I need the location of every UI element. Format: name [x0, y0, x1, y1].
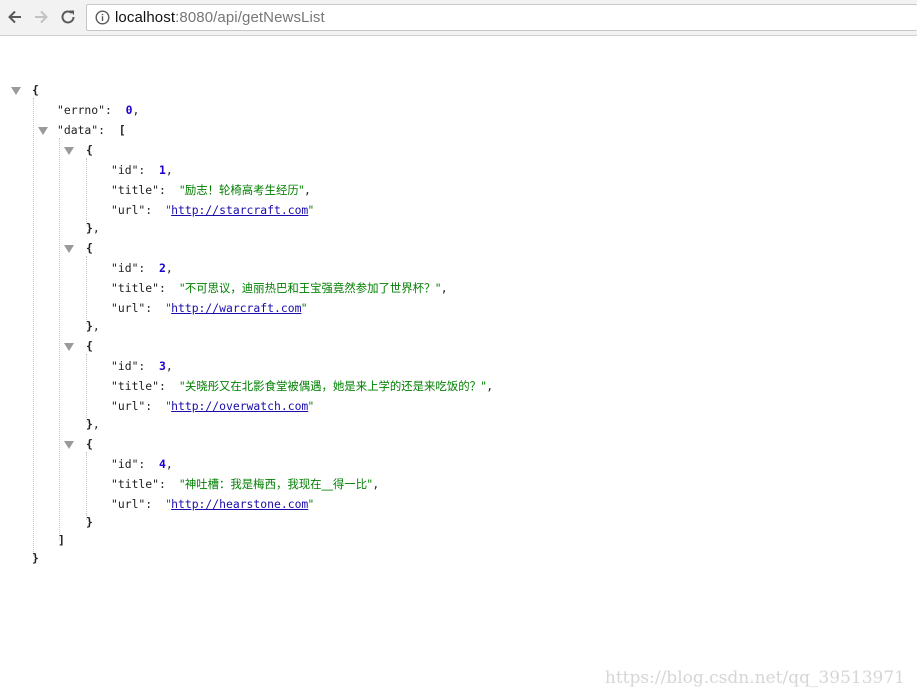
guide-line [86, 158, 87, 226]
json-string: 神吐槽：我是梅西，我现在__得一比 [184, 477, 368, 491]
json-entry-url: "url": "http://hearstone.com" [111, 497, 314, 511]
collapse-toggle-icon[interactable] [64, 343, 74, 351]
json-number: 3 [159, 359, 166, 373]
object-open-brace: { [86, 143, 93, 157]
json-string: 关晓彤又在北影食堂被偶遇，她是来上学的还是来吃饭的？ [184, 379, 481, 393]
json-entry-title: "title": "关晓彤又在北影食堂被偶遇，她是来上学的还是来吃饭的？", [111, 379, 494, 393]
root-close-brace: } [32, 551, 39, 565]
json-key: errno [63, 103, 99, 117]
json-entry-id: "id": 4, [111, 457, 173, 471]
json-entry-title: "title": "神吐槽：我是梅西，我现在__得一比", [111, 477, 380, 491]
object-close-brace: }, [86, 221, 100, 235]
json-url-link[interactable]: http://starcraft.com [171, 203, 308, 217]
guide-line [86, 452, 87, 520]
back-arrow-icon[interactable] [5, 7, 25, 27]
url-host: localhost [115, 9, 176, 26]
url-path: :8080/api/getNewsList [175, 9, 325, 26]
object-close-brace: }, [86, 319, 100, 333]
json-entry-data: "data": [ [57, 123, 126, 137]
collapse-toggle-icon[interactable] [64, 147, 74, 155]
collapse-toggle-icon[interactable] [38, 127, 48, 135]
json-url-link[interactable]: http://overwatch.com [171, 399, 308, 413]
json-number: 1 [159, 163, 166, 177]
json-entry-title: "title": "励志！轮椅高考生经历", [111, 183, 311, 197]
object-open-brace: { [86, 241, 93, 255]
watermark: https://blog.csdn.net/qq_39513971 [604, 668, 905, 688]
root-open-brace: { [32, 83, 39, 97]
json-entry-errno: "errno": 0, [57, 103, 140, 117]
json-viewer: { "errno": 0, "data": [ { "id": 1, "titl… [0, 36, 917, 696]
json-url-link[interactable]: http://hearstone.com [171, 497, 308, 511]
object-close-brace: }, [86, 417, 100, 431]
guide-line [86, 354, 87, 422]
json-string: 励志！轮椅高考生经历 [184, 183, 299, 197]
json-key: data [63, 123, 92, 137]
collapse-toggle-icon[interactable] [11, 87, 21, 95]
collapse-toggle-icon[interactable] [64, 245, 74, 253]
array-close-bracket: ] [58, 533, 65, 547]
forward-arrow-icon[interactable] [31, 7, 51, 27]
collapse-toggle-icon[interactable] [64, 441, 74, 449]
object-close-brace: } [86, 515, 93, 529]
json-entry-title: "title": "不可思议，迪丽热巴和王宝强竟然参加了世界杯？", [111, 281, 448, 295]
json-url-link[interactable]: http://warcraft.com [171, 301, 301, 315]
guide-line [59, 138, 60, 540]
browser-toolbar: localhost:8080/api/getNewsList [0, 0, 917, 36]
object-open-brace: { [86, 437, 93, 451]
json-entry-id: "id": 3, [111, 359, 173, 373]
json-entry-url: "url": "http://starcraft.com" [111, 203, 314, 217]
json-number: 2 [159, 261, 166, 275]
json-string: 不可思议，迪丽热巴和王宝强竟然参加了世界杯？ [184, 281, 436, 295]
address-bar[interactable]: localhost:8080/api/getNewsList [86, 4, 917, 31]
json-entry-id: "id": 2, [111, 261, 173, 275]
guide-line [86, 256, 87, 324]
json-entry-url: "url": "http://warcraft.com" [111, 301, 307, 315]
url-text[interactable]: localhost:8080/api/getNewsList [115, 9, 325, 26]
reload-icon[interactable] [58, 7, 78, 27]
json-number: 4 [159, 457, 166, 471]
object-open-brace: { [86, 339, 93, 353]
json-entry-id: "id": 1, [111, 163, 173, 177]
json-entry-url: "url": "http://overwatch.com" [111, 399, 314, 413]
guide-line [33, 98, 34, 556]
info-icon[interactable] [95, 10, 110, 25]
